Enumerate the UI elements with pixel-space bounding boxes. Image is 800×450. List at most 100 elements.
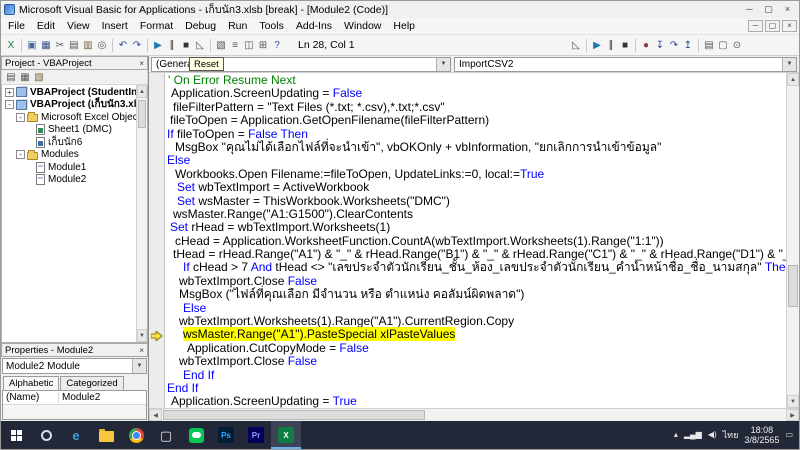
redo-icon[interactable]: ↷ [130, 37, 144, 53]
expand-icon[interactable]: + [5, 88, 14, 97]
undo-icon[interactable]: ↶ [116, 37, 130, 53]
volume-icon[interactable]: ◀) [708, 431, 717, 439]
maximize-button[interactable]: ▢ [760, 3, 777, 16]
watch-window-icon[interactable]: ⊙ [730, 37, 744, 53]
chevron-down-icon[interactable]: ▼ [436, 58, 450, 71]
scroll-down-icon[interactable]: ▼ [787, 395, 799, 408]
code-editor[interactable]: ' On Error Resume NextApplication.Screen… [165, 73, 786, 408]
minimize-button[interactable]: ─ [741, 3, 758, 16]
collapse-icon[interactable]: - [16, 150, 25, 159]
tab-categorized[interactable]: Categorized [60, 376, 123, 390]
maximize-button[interactable]: ▢ [765, 20, 780, 32]
code-line-4[interactable]: fileToOpen = Application.GetOpenFilename… [165, 114, 786, 127]
paste-icon[interactable]: ▥ [81, 37, 95, 53]
code-line-2[interactable]: Application.ScreenUpdating = False [165, 87, 786, 100]
scroll-track[interactable] [787, 86, 799, 395]
code-line-9[interactable]: Set wbTextImport = ActiveWorkbook [165, 181, 786, 194]
property-row[interactable]: (Name) Module2 [3, 391, 146, 405]
menu-edit[interactable]: Edit [31, 19, 61, 33]
code-line-12[interactable]: Set rHead = wbTextImport.Worksheets(1) [165, 221, 786, 234]
taskbar-store[interactable]: ▢ [151, 421, 181, 449]
menu-tools[interactable]: Tools [253, 19, 290, 33]
toggle-folders-icon[interactable]: ▧ [32, 69, 46, 85]
collapse-icon[interactable]: - [16, 113, 25, 122]
break-icon[interactable]: ∥ [604, 37, 618, 53]
close-button[interactable]: × [782, 20, 797, 32]
tree-item-folder-modules[interactable]: -Modules [2, 149, 136, 162]
cut-icon[interactable]: ✂ [53, 37, 67, 53]
tree-item-module2[interactable]: Module2 [2, 174, 136, 187]
search-button[interactable] [31, 421, 61, 449]
menu-help[interactable]: Help [387, 19, 421, 33]
language-indicator[interactable]: ไทย [723, 428, 739, 442]
scroll-left-icon[interactable]: ◀ [149, 409, 162, 421]
toolbox-icon[interactable]: ⊞ [256, 37, 270, 53]
menu-add-ins[interactable]: Add-Ins [290, 19, 338, 33]
code-line-21[interactable]: Application.CutCopyMode = False [165, 342, 786, 355]
find-icon[interactable]: ◎ [95, 37, 109, 53]
code-line-23[interactable]: End If [165, 369, 786, 382]
menu-run[interactable]: Run [222, 19, 253, 33]
tab-alphabetic[interactable]: Alphabetic [3, 376, 59, 390]
collapse-icon[interactable]: - [5, 100, 14, 109]
code-line-20[interactable]: wsMaster.Range("A1").PasteSpecial xlPast… [165, 328, 786, 341]
margin-indicator-bar[interactable] [149, 73, 165, 408]
reset-icon[interactable]: ■ [179, 37, 193, 53]
toggle-breakpoint-icon[interactable]: ● [639, 37, 653, 53]
scroll-thumb[interactable] [163, 410, 425, 420]
code-line-3[interactable]: fileFilterPattern = "Text Files (*.txt; … [165, 101, 786, 114]
property-value[interactable]: Module2 [59, 392, 146, 403]
menu-file[interactable]: File [2, 19, 31, 33]
project-tree-scrollbar[interactable]: ▲ ▼ [136, 85, 147, 342]
immediate-window-icon[interactable]: ▢ [716, 37, 730, 53]
object-browser-icon[interactable]: ◫ [242, 37, 256, 53]
scroll-right-icon[interactable]: ▶ [786, 409, 799, 421]
view-code-icon[interactable]: ▤ [4, 69, 18, 85]
hidden-icons-chevron-icon[interactable]: ▴ [674, 431, 678, 439]
taskbar-file-explorer[interactable] [91, 421, 121, 449]
code-line-13[interactable]: cHead = Application.WorksheetFunction.Co… [165, 235, 786, 248]
help-icon[interactable]: ? [270, 37, 284, 53]
close-button[interactable]: × [779, 3, 796, 16]
taskbar-excel[interactable]: X [271, 421, 301, 449]
step-out-icon[interactable]: ↥ [681, 37, 695, 53]
code-line-25[interactable]: Application.ScreenUpdating = True [165, 395, 786, 408]
menu-debug[interactable]: Debug [179, 19, 222, 33]
menu-format[interactable]: Format [134, 19, 179, 33]
scroll-thumb[interactable] [788, 265, 798, 307]
network-icon[interactable]: ▂▄▆ [684, 431, 702, 439]
break-icon[interactable]: ∥ [165, 37, 179, 53]
chevron-down-icon[interactable]: ▼ [782, 58, 796, 71]
scroll-track[interactable] [137, 98, 147, 329]
code-line-10[interactable]: Set wsMaster = ThisWorkbook.Worksheets("… [165, 195, 786, 208]
menu-view[interactable]: View [61, 19, 96, 33]
taskbar-photoshop[interactable]: Ps [211, 421, 241, 449]
taskbar-edge[interactable]: e [61, 421, 91, 449]
minimize-button[interactable]: ─ [748, 20, 763, 32]
view-object-icon[interactable]: ▦ [18, 69, 32, 85]
code-line-1[interactable]: ' On Error Resume Next [165, 74, 786, 87]
menu-window[interactable]: Window [338, 19, 387, 33]
horizontal-scrollbar[interactable]: ◀ ▶ [149, 408, 799, 421]
vertical-scrollbar[interactable]: ▲ ▼ [786, 73, 799, 408]
code-line-17[interactable]: MsgBox ("ไฟล์ที่คุณเลือก มีจำนวน หรือ ตำ… [165, 288, 786, 301]
close-icon[interactable]: × [139, 59, 144, 68]
code-line-5[interactable]: If fileToOpen = False Then [165, 128, 786, 141]
view-excel-icon[interactable]: X [4, 37, 18, 53]
scroll-down-icon[interactable]: ▼ [137, 329, 147, 342]
code-line-24[interactable]: End If [165, 382, 786, 395]
code-line-7[interactable]: Else [165, 154, 786, 167]
close-icon[interactable]: × [139, 346, 144, 355]
scroll-track[interactable] [162, 409, 786, 421]
project-explorer-icon[interactable]: ▧ [214, 37, 228, 53]
start-button[interactable] [1, 421, 31, 449]
code-line-19[interactable]: wbTextImport.Worksheets(1).Range("A1").C… [165, 315, 786, 328]
code-line-22[interactable]: wbTextImport.Close False [165, 355, 786, 368]
taskbar-premiere[interactable]: Pr [241, 421, 271, 449]
tree-item-folder-excel-objects[interactable]: -Microsoft Excel Objects [2, 111, 136, 124]
design-mode-icon[interactable]: ◺ [569, 37, 583, 53]
tree-item-module1[interactable]: Module1 [2, 161, 136, 174]
properties-window-icon[interactable]: ≡ [228, 37, 242, 53]
scroll-thumb[interactable] [138, 100, 146, 128]
copy-icon[interactable]: ▤ [67, 37, 81, 53]
